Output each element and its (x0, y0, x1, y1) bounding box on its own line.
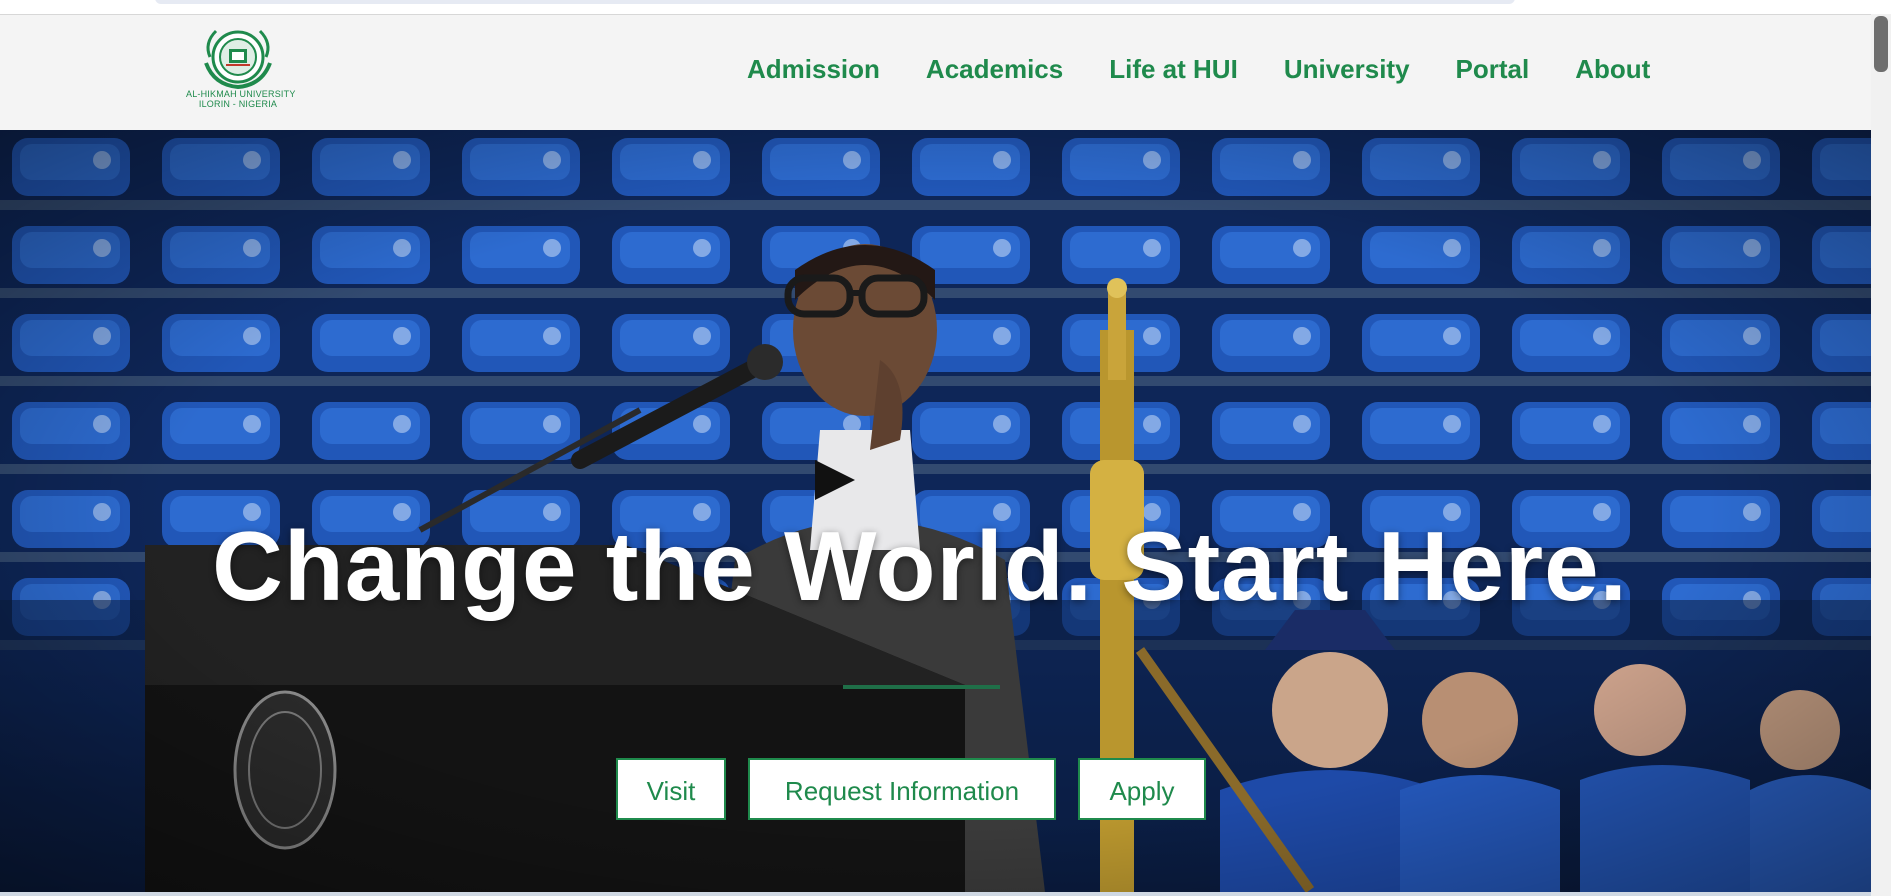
page-scrollbar[interactable] (1871, 14, 1891, 896)
browser-address-bar-edge (155, 0, 1515, 4)
main-nav: Admission Academics Life at HUI Universi… (747, 49, 1650, 89)
nav-life-at-hui[interactable]: Life at HUI (1109, 49, 1238, 89)
browser-top-strip (0, 0, 1891, 15)
apply-button[interactable]: Apply (1078, 758, 1206, 820)
logo-location: ILORIN - NIGERIA (198, 99, 278, 109)
headline-divider (843, 685, 1000, 689)
hero-cta-group: Visit Request Information Apply (616, 758, 1206, 820)
logo-university-name: AL-HIKMAH UNIVERSITY (186, 89, 296, 99)
nav-academics[interactable]: Academics (926, 49, 1063, 89)
university-crest-icon (204, 29, 272, 89)
visit-button[interactable]: Visit (616, 758, 726, 820)
page-bottom-edge (0, 892, 1871, 896)
hero-section: Change the World. Start Here. Visit Requ… (0, 130, 1871, 892)
nav-portal[interactable]: Portal (1456, 49, 1530, 89)
nav-about[interactable]: About (1575, 49, 1650, 89)
site-header: AL-HIKMAH UNIVERSITY ILORIN - NIGERIA Ad… (0, 15, 1871, 131)
site-logo[interactable]: AL-HIKMAH UNIVERSITY ILORIN - NIGERIA (186, 27, 296, 127)
hero-headline: Change the World. Start Here. (212, 511, 1628, 621)
nav-admission[interactable]: Admission (747, 49, 880, 89)
request-information-button[interactable]: Request Information (748, 758, 1056, 820)
scrollbar-thumb[interactable] (1874, 16, 1888, 72)
nav-university[interactable]: University (1284, 49, 1410, 89)
